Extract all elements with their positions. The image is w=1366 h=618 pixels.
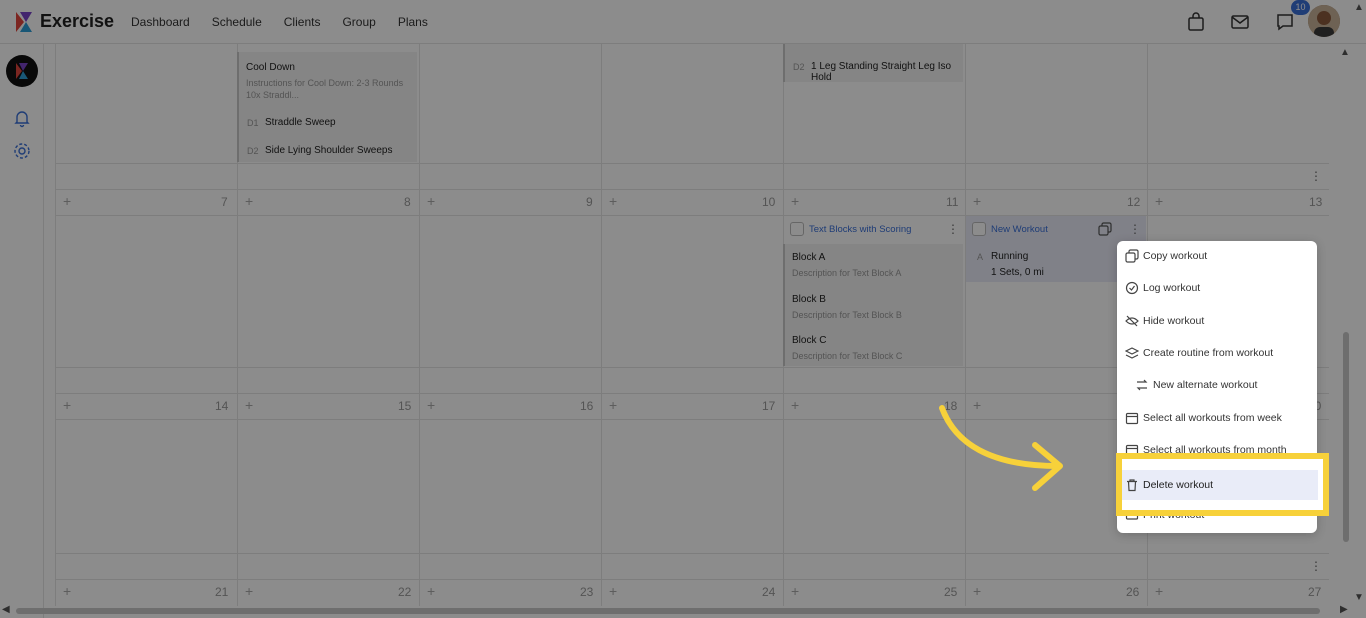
eye-off-icon <box>1125 315 1139 327</box>
calendar-icon <box>1125 412 1139 425</box>
menu-item-label: New alternate workout <box>1153 379 1258 391</box>
menu-item-label: Log workout <box>1143 282 1201 294</box>
annotation-arrow-icon <box>939 405 1063 491</box>
check-circle-icon <box>1125 281 1139 295</box>
swap-icon <box>1136 379 1148 391</box>
highlight-box <box>1116 453 1329 516</box>
menu-item-new-alternate[interactable]: New alternate workout <box>1127 375 1327 397</box>
menu-item-hide-workout[interactable]: Hide workout <box>1117 311 1317 333</box>
copy-icon <box>1125 249 1139 263</box>
menu-item-label: Select all workouts from week <box>1143 412 1282 424</box>
menu-item-label: Copy workout <box>1143 250 1208 262</box>
menu-item-label: Create routine from workout <box>1143 347 1274 359</box>
menu-item-copy-workout[interactable]: Copy workout <box>1117 246 1317 268</box>
layers-icon <box>1125 347 1139 359</box>
menu-item-create-routine[interactable]: Create routine from workout <box>1117 343 1317 365</box>
menu-item-log-workout[interactable]: Log workout <box>1117 278 1317 300</box>
menu-item-select-week[interactable]: Select all workouts from week <box>1117 408 1317 430</box>
menu-item-label: Hide workout <box>1143 315 1205 327</box>
